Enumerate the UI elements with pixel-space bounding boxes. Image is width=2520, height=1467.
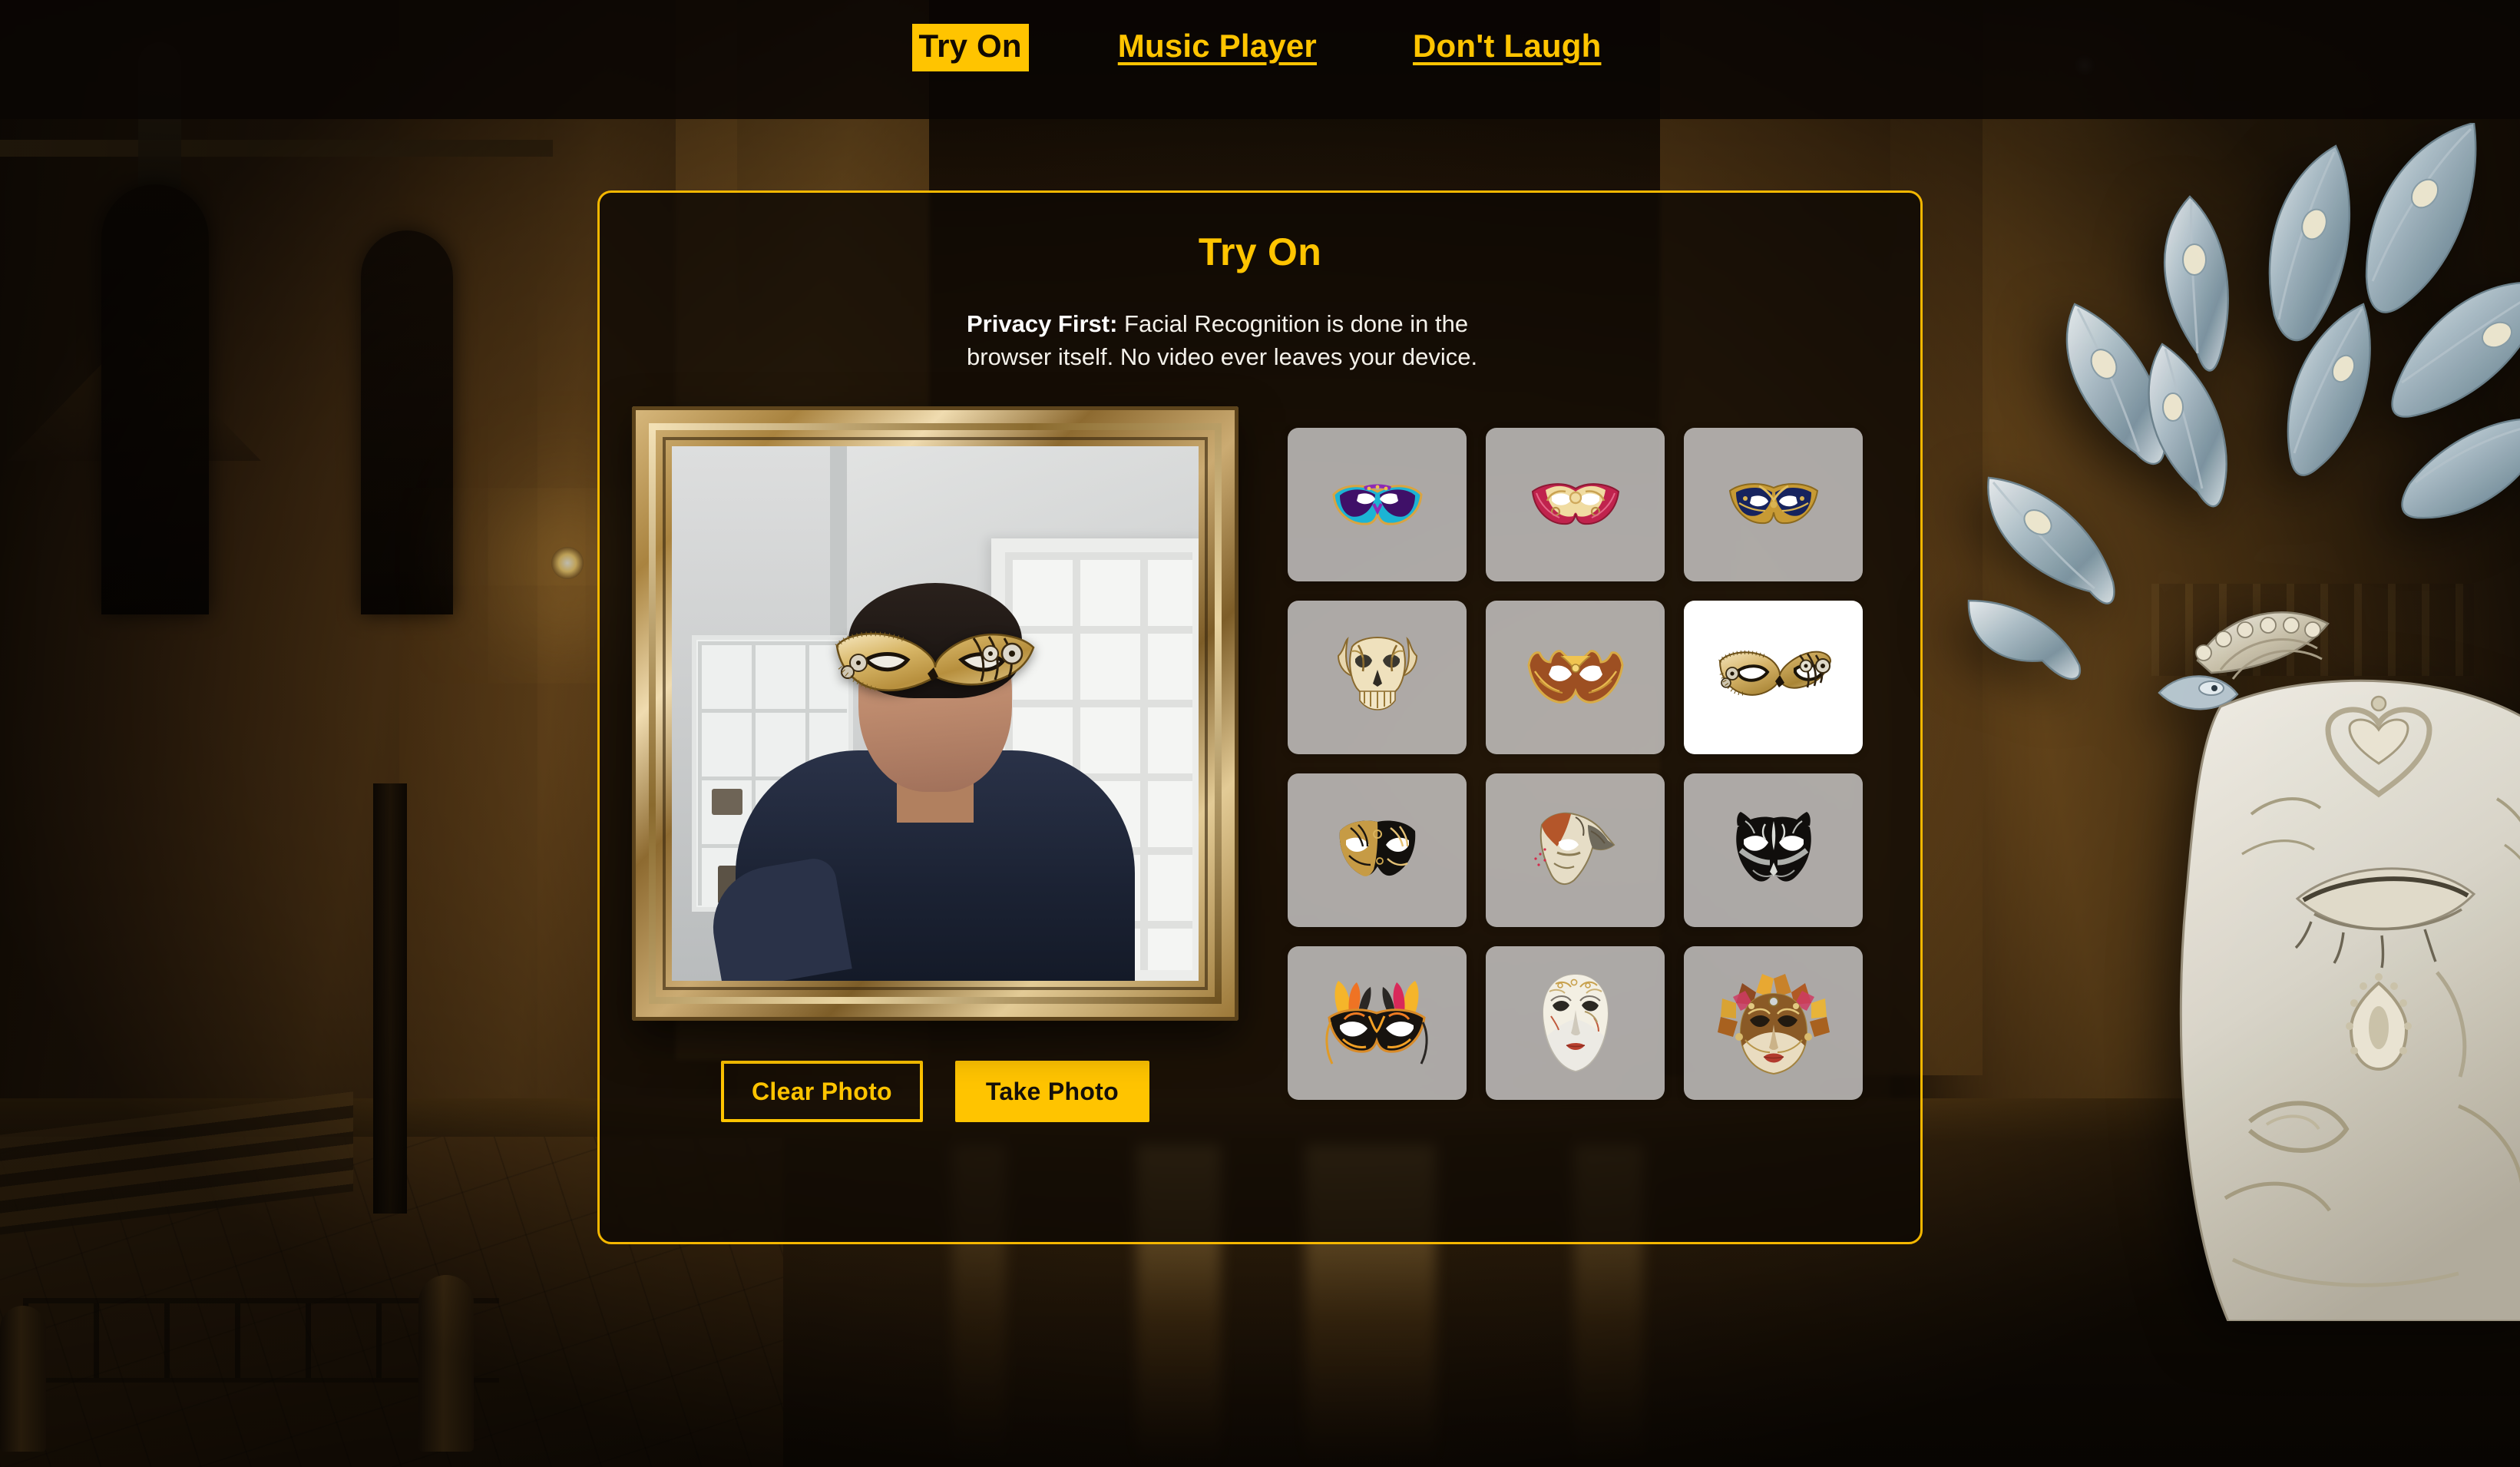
mask-option-cream-gold-skull-mask[interactable] [1288,600,1467,754]
webcam-feed[interactable] [672,445,1199,981]
purple-teal-eye-mask-icon [1331,484,1423,525]
shelf-object [712,788,742,815]
mask-option-white-volto-full-face-mask[interactable] [1486,945,1665,1100]
card-body: Clear Photo Take Photo [600,406,1920,1122]
mask-option-plague-doctor-beak-mask[interactable] [1486,773,1665,927]
red-gold-swirl-mask-icon [1531,482,1619,525]
plague-doctor-beak-mask-icon [1533,812,1615,885]
black-gold-colombina-mask-icon [1339,820,1415,876]
privacy-notice: Privacy First: Facial Recognition is don… [967,308,1550,374]
nav-link-music-player[interactable]: Music Player [1118,28,1317,65]
mask-option-purple-teal-eye-mask[interactable] [1288,427,1467,581]
mask-option-orange-feathered-mask[interactable] [1288,945,1467,1100]
privacy-notice-label: Privacy First: [967,310,1118,337]
mask-option-black-silver-cat-mask[interactable] [1684,773,1863,927]
cream-gold-skull-mask-icon [1337,636,1417,710]
white-volto-full-face-mask-icon [1542,973,1609,1072]
gold-bronze-bat-wing-mask-icon [1526,649,1624,704]
mask-option-black-gold-colombina-mask[interactable] [1288,773,1467,927]
main-navigation: Try On Music Player Don't Laugh [911,24,1602,71]
orange-feathered-mask-icon [1325,980,1427,1065]
mask-option-gold-jester-fan-mask[interactable] [1684,945,1863,1100]
black-silver-cat-mask-icon [1735,811,1811,882]
photo-frame [632,406,1239,1021]
mask-selection-grid [1288,427,1863,1122]
camera-column: Clear Photo Take Photo [617,406,1254,1122]
mask-option-gold-bronze-bat-wing-mask[interactable] [1486,600,1665,754]
mask-option-gold-steampunk-side-mask[interactable] [1684,600,1863,754]
gold-jester-fan-mask-icon [1717,973,1830,1075]
site-header: Try On Music Player Don't Laugh [0,0,2520,119]
nav-link-dont-laugh[interactable]: Don't Laugh [1413,28,1601,65]
page-title: Try On [1198,230,1322,273]
gold-steampunk-side-mask-icon [1718,650,1831,696]
take-photo-button[interactable]: Take Photo [954,1060,1149,1122]
clear-photo-button[interactable]: Clear Photo [721,1060,923,1122]
nav-link-try-on[interactable]: Try On [911,24,1029,71]
try-on-card: Try On Privacy First: Facial Recognition… [597,190,1923,1244]
camera-controls: Clear Photo Take Photo [721,1060,1149,1122]
mask-option-red-gold-swirl-mask[interactable] [1486,427,1665,581]
navy-gold-filigree-mask-icon [1728,482,1818,524]
mask-option-navy-gold-filigree-mask[interactable] [1684,427,1863,581]
ar-mask-overlay [835,631,1035,691]
